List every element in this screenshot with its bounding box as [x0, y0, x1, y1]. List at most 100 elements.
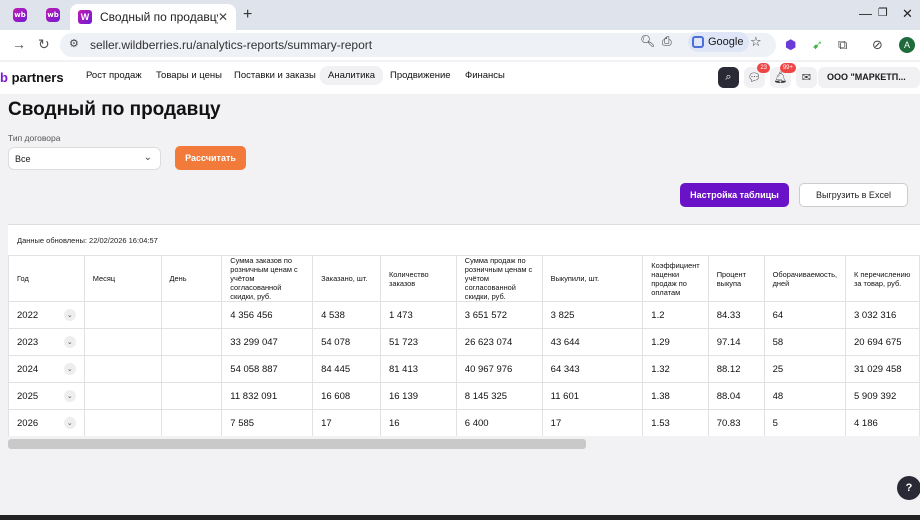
horizontal-scrollbar[interactable] — [8, 439, 586, 449]
table-cell: 1.2 — [642, 301, 709, 329]
reload-icon[interactable]: ↻ — [38, 36, 50, 53]
table-cell: 1.29 — [642, 328, 709, 356]
extension-cube-icon[interactable]: ⬢ — [785, 37, 796, 53]
table-cell: 84.33 — [707, 301, 765, 329]
sidebar-icon[interactable]: ⊘ — [872, 37, 883, 53]
year-cell-content: 2022 ⌄ — [17, 309, 76, 321]
google-lens-chip[interactable]: Google — [688, 32, 750, 52]
minimize-icon[interactable]: — — [859, 6, 872, 21]
table-cell: 6 400 — [455, 409, 543, 436]
nav-products[interactable]: Товары и цены — [156, 70, 222, 81]
table-cell: 48 — [763, 382, 847, 410]
col-header-buyout-pct[interactable]: Процент выкупа — [707, 255, 765, 302]
table-cell: 16 139 — [379, 382, 457, 410]
table-cell: 81 413 — [379, 355, 457, 383]
org-selector[interactable]: ООО "МАРКЕТП... — [818, 67, 920, 88]
table-cell: 25 — [763, 355, 847, 383]
table-row: 2022 ⌄ 4 356 456 4 538 1 473 3 651 572 3 825 1.… — [8, 301, 920, 329]
table-cell — [83, 382, 162, 410]
table-cell: 70.83 — [707, 409, 765, 436]
bookmark-star-icon[interactable]: ☆ — [750, 34, 762, 50]
col-header-turnover[interactable]: Оборачиваемость, дней — [763, 255, 847, 302]
profile-avatar[interactable]: A — [899, 37, 915, 53]
active-browser-tab[interactable]: W Сводный по продавцу ✕ — [70, 4, 236, 30]
zoom-search-icon[interactable]: 🔍︎ — [640, 34, 655, 48]
col-header-month[interactable]: Месяц — [83, 255, 162, 302]
table-cell: 17 — [312, 409, 381, 436]
col-header-orders-sum[interactable]: Сумма заказов по розничным ценам с учёто… — [221, 255, 314, 302]
nav-supplies[interactable]: Поставки и заказы — [234, 70, 316, 81]
table-cell: 5 909 392 — [845, 382, 920, 410]
search-button[interactable]: ⌕ — [718, 67, 739, 88]
table-cell: 16 608 — [312, 382, 381, 410]
wb-partners-logo[interactable]: b partners — [0, 70, 64, 85]
table-cell: 58 — [763, 328, 847, 356]
chat-badge: 23 — [757, 63, 770, 73]
col-header-ordered-qty[interactable]: Заказано, шт. — [312, 255, 381, 302]
year-value: 2025 — [17, 390, 39, 402]
expand-chevron-icon[interactable]: ⌄ — [63, 417, 76, 429]
expand-chevron-icon[interactable]: ⌄ — [63, 390, 76, 402]
close-tab-icon[interactable]: ✕ — [218, 10, 228, 24]
table-cell: 11 832 091 — [221, 382, 314, 410]
forward-icon[interactable]: → — [12, 36, 26, 52]
install-app-icon[interactable]: ⎙ — [662, 34, 672, 49]
table-cell — [160, 301, 223, 329]
expand-chevron-icon[interactable]: ⌄ — [63, 309, 76, 321]
new-tab-icon[interactable]: + — [243, 6, 252, 24]
year-value: 2023 — [17, 336, 39, 348]
chat-button[interactable]: 💬︎ 23 — [744, 63, 770, 88]
table-cell: 1.53 — [642, 409, 709, 436]
expand-chevron-icon[interactable]: ⌄ — [63, 363, 76, 375]
nav-finance[interactable]: Финансы — [465, 70, 505, 81]
table-cell: 16 — [379, 409, 457, 436]
site-settings-icon[interactable]: ⚙ — [69, 37, 79, 50]
table-cell: 33 299 047 — [221, 328, 314, 356]
close-window-icon[interactable]: ✕ — [902, 6, 913, 22]
year-cell: 2023 ⌄ — [8, 328, 85, 356]
notifications-button[interactable]: 🔔︎ 99+ — [770, 63, 796, 88]
year-cell-content: 2023 ⌄ — [17, 336, 76, 348]
calculate-button[interactable]: Рассчитать — [175, 146, 246, 170]
table-cell — [160, 355, 223, 383]
year-cell: 2022 ⌄ — [8, 301, 85, 329]
table-settings-button[interactable]: Настройка таблицы — [680, 183, 789, 207]
export-excel-button[interactable]: Выгрузить в Excel — [799, 183, 908, 207]
extensions-puzzle-icon[interactable]: ⧉ — [838, 37, 847, 53]
browser-tab-strip: wb wb W Сводный по продавцу ✕ + — ❐ ✕ — [0, 0, 920, 30]
extension-leaf-icon[interactable]: ➹ — [812, 37, 823, 53]
pinned-tab-wb-2[interactable]: wb — [39, 5, 67, 25]
data-updated-text: Данные обновлены: 22/02/2026 16:04:57 — [17, 236, 158, 245]
expand-chevron-icon[interactable]: ⌄ — [63, 336, 76, 348]
nav-growth[interactable]: Рост продаж — [86, 70, 142, 81]
col-header-orders-count[interactable]: Количество заказов — [379, 255, 457, 302]
wildberries-favicon-icon: W — [78, 10, 92, 24]
col-header-day[interactable]: День — [160, 255, 223, 302]
table-cell: 4 186 — [845, 409, 920, 436]
browser-toolbar: → ↻ ⚙ seller.wildberries.ru/analytics-re… — [0, 30, 920, 60]
contract-type-select[interactable]: Все ⌄ — [8, 147, 161, 170]
col-header-payout[interactable]: К перечислению за товар, руб. — [845, 255, 920, 302]
col-header-markup-coef[interactable]: Коэффициент наценки продаж по оплатам — [642, 255, 709, 302]
wb-favicon-icon: wb — [13, 8, 27, 22]
table-cell: 84 445 — [312, 355, 381, 383]
col-header-sales-sum[interactable]: Сумма продаж по розничным ценам с учётом… — [455, 255, 543, 302]
table-cell — [160, 328, 223, 356]
table-cell: 7 585 — [221, 409, 314, 436]
url-text: seller.wildberries.ru/analytics-reports/… — [90, 38, 373, 52]
restore-icon[interactable]: ❐ — [878, 6, 888, 19]
year-cell: 2024 ⌄ — [8, 355, 85, 383]
year-cell-content: 2025 ⌄ — [17, 390, 76, 402]
table-row: 2026 ⌄ 7 585 17 16 6 400 17 1.53 70.83 5 4 186 — [8, 409, 920, 436]
pinned-tab-wb-1[interactable]: wb — [6, 5, 34, 25]
table-cell: 1 473 — [379, 301, 457, 329]
feedback-button[interactable]: ✉ — [796, 67, 817, 88]
help-button[interactable]: ? — [897, 476, 920, 500]
table-cell: 54 058 887 — [221, 355, 314, 383]
col-header-year[interactable]: Год — [8, 255, 85, 302]
year-cell: 2026 ⌄ — [8, 409, 85, 436]
col-header-bought-qty[interactable]: Выкупили, шт. — [541, 255, 644, 302]
nav-promotion[interactable]: Продвижение — [390, 70, 451, 81]
table-cell: 5 — [763, 409, 847, 436]
nav-analytics[interactable]: Аналитика — [320, 66, 384, 85]
